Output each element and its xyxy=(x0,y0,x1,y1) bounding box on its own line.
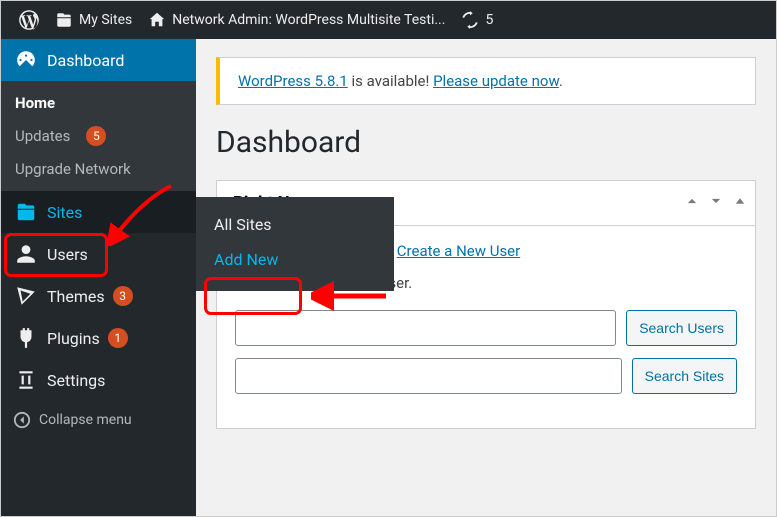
plugins-badge: 1 xyxy=(108,328,128,348)
search-users-input[interactable] xyxy=(235,310,616,346)
submenu-updates-label: Updates xyxy=(15,127,70,145)
flyout-all-sites[interactable]: All Sites xyxy=(196,207,394,242)
dashboard-submenu: Home Updates 5 Upgrade Network xyxy=(1,81,196,191)
menu-themes[interactable]: Themes 3 xyxy=(1,275,196,317)
collapse-menu[interactable]: Collapse menu xyxy=(1,401,196,439)
home-icon xyxy=(148,11,166,29)
users-icon xyxy=(15,243,37,265)
box-toggle[interactable] xyxy=(733,193,747,213)
flyout-add-new[interactable]: Add New xyxy=(196,242,394,277)
triangle-up-icon xyxy=(733,194,747,208)
multisite-icon xyxy=(55,11,73,29)
notice-action-link[interactable]: Please update now xyxy=(433,72,559,90)
menu-plugins[interactable]: Plugins 1 xyxy=(1,317,196,359)
search-users-row: Search Users xyxy=(235,310,737,346)
admin-menu: Dashboard Home Updates 5 Upgrade Network… xyxy=(1,39,196,516)
collapse-icon xyxy=(13,411,31,429)
admin-bar: My Sites Network Admin: WordPress Multis… xyxy=(1,1,776,39)
search-sites-row: Search Sites xyxy=(235,358,737,394)
chevron-up-icon xyxy=(685,194,699,208)
notice-version-link[interactable]: WordPress 5.8.1 xyxy=(238,72,348,90)
my-sites-label: My Sites xyxy=(79,12,132,28)
menu-dashboard-label: Dashboard xyxy=(47,51,124,70)
updates-badge: 5 xyxy=(86,126,106,146)
menu-themes-label: Themes xyxy=(47,287,105,306)
update-notice: WordPress 5.8.1 is available! Please upd… xyxy=(216,57,756,105)
collapse-label: Collapse menu xyxy=(39,412,132,428)
menu-users[interactable]: Users xyxy=(1,233,196,275)
search-sites-button[interactable]: Search Sites xyxy=(632,358,737,394)
sites-icon xyxy=(15,201,37,223)
box-move-up[interactable] xyxy=(685,193,699,213)
box-move-down[interactable] xyxy=(709,193,723,213)
site-title-label: Network Admin: WordPress Multisite Testi… xyxy=(172,12,445,28)
submenu-home[interactable]: Home xyxy=(1,87,196,119)
sites-flyout: All Sites Add New xyxy=(196,197,394,291)
menu-users-label: Users xyxy=(47,245,88,264)
menu-settings-label: Settings xyxy=(47,371,105,390)
search-sites-input[interactable] xyxy=(235,358,622,394)
themes-badge: 3 xyxy=(113,286,133,306)
updates-link[interactable]: 5 xyxy=(453,11,501,29)
menu-plugins-label: Plugins xyxy=(47,329,100,348)
chevron-down-icon xyxy=(709,194,723,208)
submenu-updates[interactable]: Updates 5 xyxy=(1,119,196,153)
dashboard-icon xyxy=(15,49,37,71)
menu-sites-label: Sites xyxy=(47,203,82,222)
site-title[interactable]: Network Admin: WordPress Multisite Testi… xyxy=(140,11,453,29)
plugins-icon xyxy=(15,327,37,349)
themes-icon xyxy=(15,285,37,307)
wp-logo[interactable] xyxy=(11,10,47,30)
notice-avail-text: is available! xyxy=(348,72,433,90)
menu-settings[interactable]: Settings xyxy=(1,359,196,401)
my-sites-link[interactable]: My Sites xyxy=(47,11,140,29)
updates-count: 5 xyxy=(485,12,493,28)
search-users-button[interactable]: Search Users xyxy=(626,310,737,346)
submenu-upgrade-network[interactable]: Upgrade Network xyxy=(1,153,196,185)
update-icon xyxy=(461,11,479,29)
page-title: Dashboard xyxy=(216,125,756,160)
menu-dashboard[interactable]: Dashboard xyxy=(1,39,196,81)
settings-icon xyxy=(15,369,37,391)
create-user-link[interactable]: Create a New User xyxy=(397,242,520,260)
menu-sites[interactable]: Sites xyxy=(1,191,196,233)
